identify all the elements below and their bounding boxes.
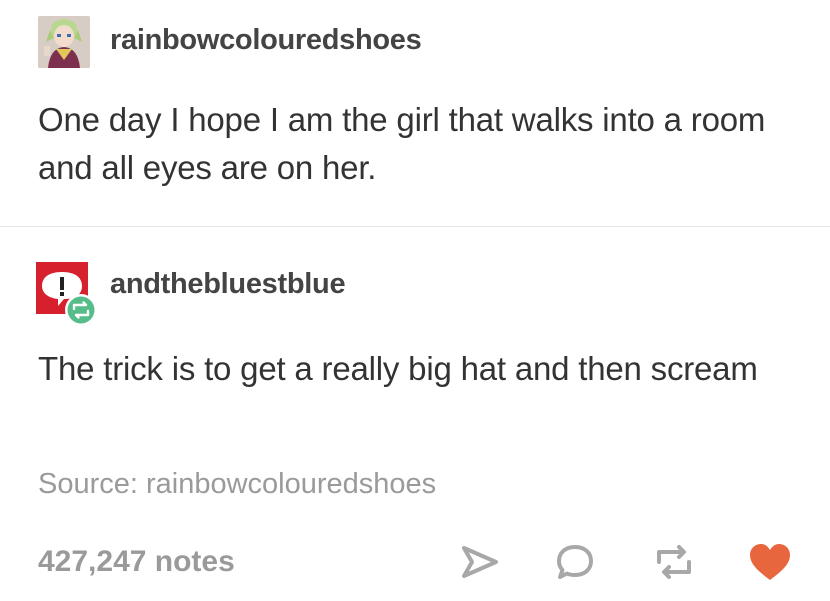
reblog-icon (657, 545, 691, 579)
reply-button[interactable] (553, 540, 597, 584)
like-button[interactable] (748, 540, 792, 584)
post-body-text: One day I hope I am the girl that walks … (38, 101, 766, 186)
post-body-text: The trick is to get a really big hat and… (38, 350, 758, 387)
share-icon (462, 546, 498, 578)
username[interactable]: rainbowcolouredshoes (110, 24, 422, 57)
anime-character-avatar-icon (38, 16, 90, 68)
reblog-badge-icon (64, 293, 98, 332)
username[interactable]: andthebluestblue (110, 268, 346, 301)
share-button[interactable] (458, 540, 502, 584)
original-post: rainbowcolouredshoes One day I hope I am… (0, 0, 830, 226)
reblog-button[interactable] (652, 540, 696, 584)
post-source[interactable]: Source: rainbowcolouredshoes (38, 468, 436, 501)
heart-icon (750, 544, 790, 580)
notes-count[interactable]: 427,247 notes (38, 545, 235, 579)
reply-icon (557, 545, 593, 579)
avatar[interactable] (38, 16, 90, 68)
